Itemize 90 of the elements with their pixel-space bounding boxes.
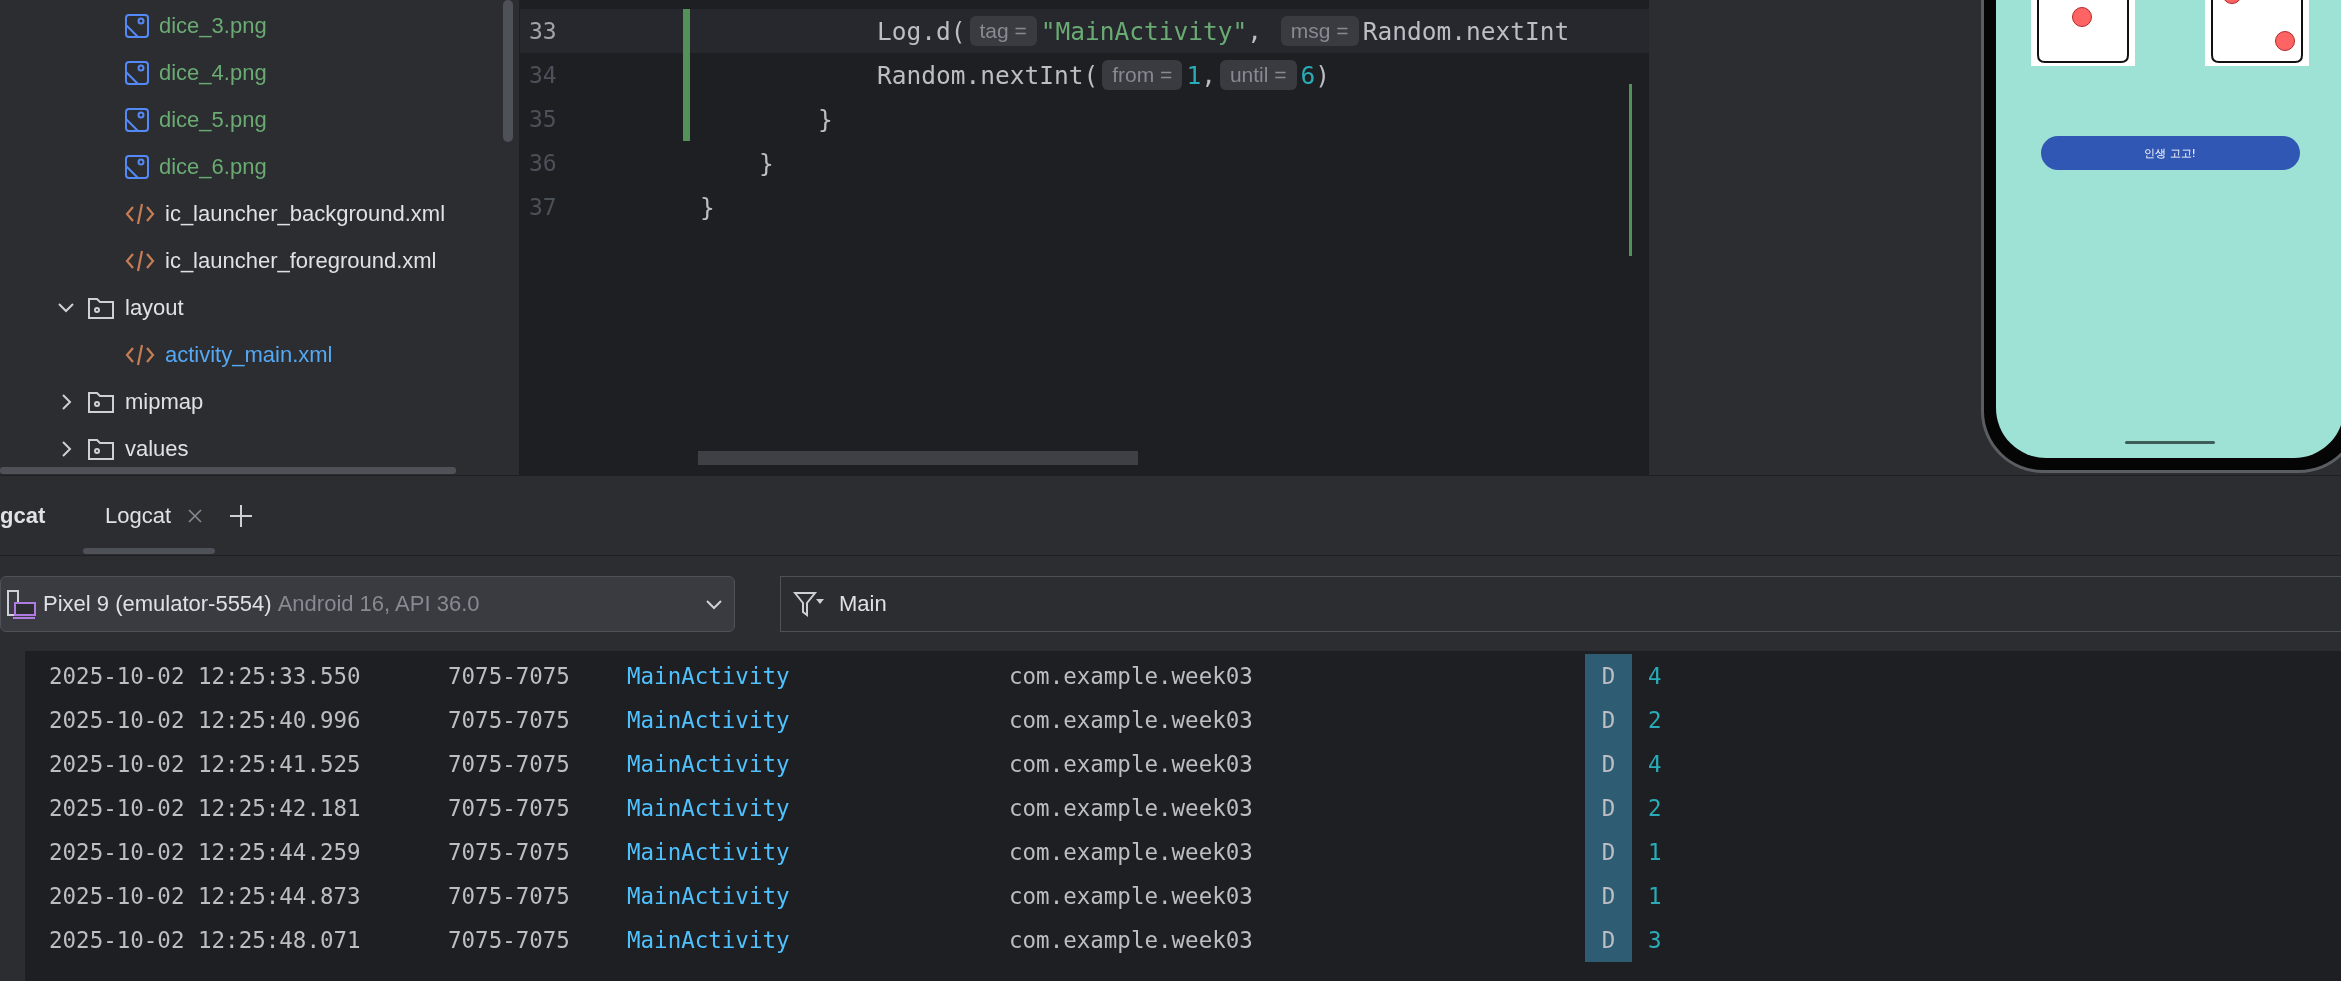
process-id: 7075-7075 [448,751,571,777]
process-id: 7075-7075 [448,927,571,953]
log-level: D [1585,874,1632,918]
timestamp: 2025-10-02 12:25:33.550 [49,663,362,689]
code-text: Random.nextInt( [876,60,1099,90]
number-literal: 6 [1300,60,1316,90]
package-name: com.example.week03 [1009,795,1254,821]
log-tag: MainActivity [627,707,1009,733]
process-id: 7075-7075 [448,883,571,909]
code-text: Random.nextInt [1362,16,1570,46]
device-icon [5,588,37,619]
code-text: ) [1315,60,1331,90]
log-tag: MainActivity [627,927,1009,953]
tool-window-title: gcat [0,502,47,529]
image-file-icon [125,13,149,38]
log-level: D [1585,742,1632,786]
folder-name[interactable]: values [125,435,189,462]
package-name: com.example.week03 [1009,707,1254,733]
process-id: 7075-7075 [448,795,571,821]
log-message: 4 [1647,751,1663,777]
log-message: 1 [1647,839,1663,865]
log-level: D [1585,830,1632,874]
image-file-icon [125,154,149,179]
log-level: D [1585,918,1632,962]
parameter-hint: msg = [1280,16,1359,46]
package-name: com.example.week03 [1009,663,1254,689]
timestamp: 2025-10-02 12:25:44.873 [49,883,362,909]
log-message: 3 [1647,927,1663,953]
timestamp: 2025-10-02 12:25:41.525 [49,751,362,777]
code-text: } [700,192,715,222]
log-message: 4 [1647,663,1663,689]
parameter-hint: until = [1219,60,1297,90]
code-file-icon [125,201,155,226]
number-literal: 1 [1186,60,1202,90]
image-file-icon [125,60,149,85]
package-name: com.example.week03 [1009,927,1254,953]
scrollbar[interactable] [698,451,1138,465]
filter-field[interactable]: Main [780,575,2341,632]
package-name: com.example.week03 [1009,883,1254,909]
timestamp: 2025-10-02 12:25:42.181 [49,795,362,821]
folder-name[interactable]: layout [125,294,184,321]
folder-name[interactable]: mipmap [125,388,204,415]
log-level: D [1585,786,1632,830]
file-name[interactable]: dice_5.png [159,106,267,133]
file-name[interactable]: ic_launcher_background.xml [165,200,446,227]
file-name[interactable]: ic_launcher_foreground.xml [165,247,437,274]
package-name: com.example.week03 [1009,751,1254,777]
log-tag: MainActivity [627,663,1009,689]
log-level: D [1585,654,1632,698]
log-message: 1 [1647,883,1663,909]
log-level: D [1585,698,1632,742]
folder-icon [87,295,115,320]
log-tag: MainActivity [627,883,1009,909]
process-id: 7075-7075 [448,663,571,689]
log-message: 2 [1647,795,1663,821]
file-name[interactable]: dice_3.png [159,12,267,39]
code-text: } [758,148,774,178]
parameter-hint: tag = [969,16,1037,46]
timestamp: 2025-10-02 12:25:40.996 [49,707,362,733]
folder-icon [87,389,115,414]
roll-button[interactable]: 인생 고고! [2040,136,2300,170]
code-text: , [1201,60,1216,90]
parameter-hint: from = [1102,60,1183,90]
add-icon[interactable] [229,503,254,528]
code-text: , [1247,16,1264,46]
package-name: com.example.week03 [1009,839,1254,865]
code-file-icon [125,248,155,273]
string-literal: "MainActivity" [1040,16,1248,46]
filter-icon[interactable] [793,589,825,618]
timestamp: 2025-10-02 12:25:44.259 [49,839,362,865]
line-number: 33 [528,18,558,44]
log-message: 2 [1647,707,1663,733]
process-id: 7075-7075 [448,839,571,865]
log-tag: MainActivity [627,839,1009,865]
code-text: Log.d( [876,16,966,46]
timestamp: 2025-10-02 12:25:48.071 [49,927,362,953]
code-text: } [817,104,833,134]
file-name[interactable]: dice_4.png [159,59,267,86]
log-tag: MainActivity [627,795,1009,821]
file-name[interactable]: dice_6.png [159,153,267,180]
close-icon[interactable] [187,507,204,524]
device-dropdown[interactable]: Pixel 9 (emulator-5554) Android 16, API 36.0 [0,575,735,632]
file-name[interactable]: activity_main.xml [165,341,333,368]
folder-icon [87,436,115,461]
code-file-icon [125,342,155,367]
log-tag: MainActivity [627,751,1009,777]
image-file-icon [125,107,149,132]
scrollbar[interactable] [503,0,513,142]
process-id: 7075-7075 [448,707,571,733]
scrollbar[interactable] [0,467,456,474]
